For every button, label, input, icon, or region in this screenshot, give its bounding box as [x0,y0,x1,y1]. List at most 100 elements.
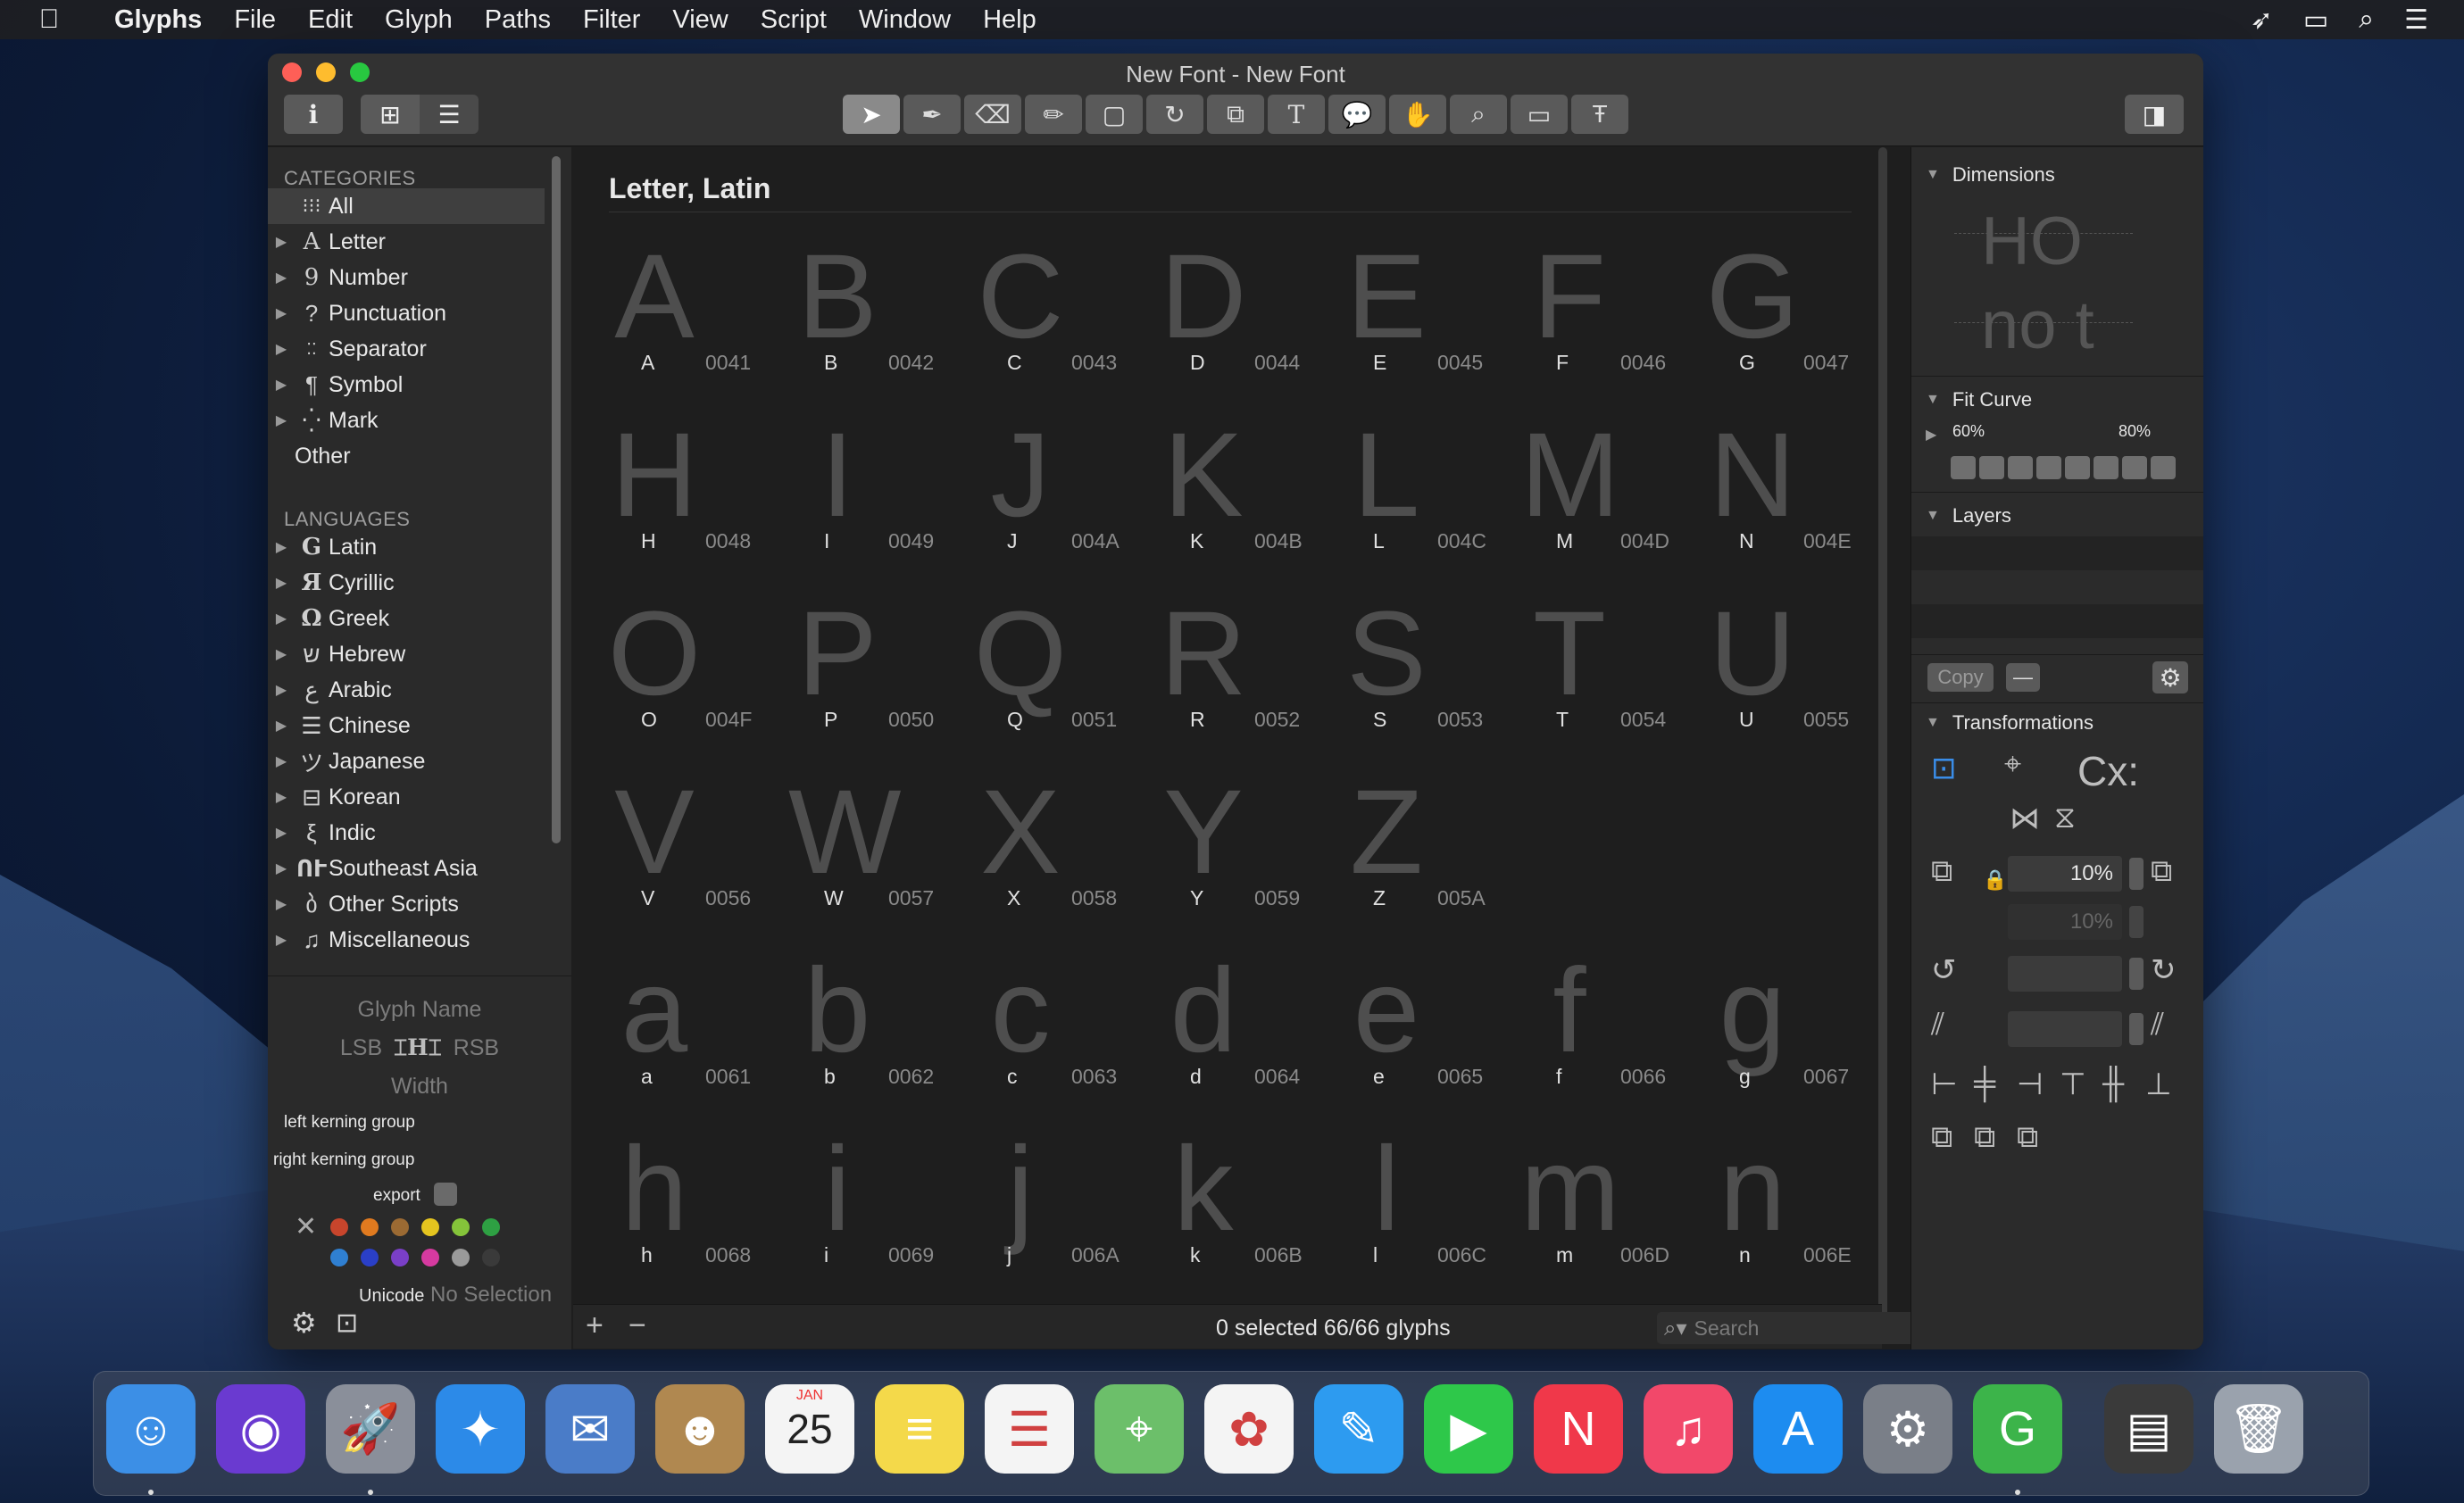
transformations-section-header[interactable]: ▼ Transformations [1926,711,2094,735]
language-japanese[interactable]: ▶ ツ Japanese [268,743,545,779]
glyph-cell[interactable]: O O 004F [605,583,788,761]
disclosure-triangle-icon[interactable]: ▶ [268,859,295,877]
disclosure-triangle-icon[interactable]: ▶ [268,610,295,627]
language-korean[interactable]: ▶ ⊟ Korean [268,779,545,815]
glyph-cell[interactable]: D D 0044 [1154,226,1337,404]
siri-dock-icon[interactable]: ◉ [216,1384,305,1474]
color-swatch-light-gray[interactable] [452,1249,470,1266]
disclosure-triangle-icon[interactable]: ▶ [1926,426,1936,444]
safari-dock-icon[interactable]: ✦ [436,1384,525,1474]
menu-edit[interactable]: Edit [292,5,369,35]
category-separator[interactable]: ▶ ⁚⁚ Separator [268,331,545,367]
text-tool[interactable]: T [1268,95,1325,134]
color-swatch-dark-blue[interactable] [361,1249,379,1266]
glyph-cell[interactable]: g g 0067 [1703,940,1886,1118]
color-swatch-dark-gray[interactable] [482,1249,500,1266]
glyph-cell[interactable]: E E 0045 [1337,226,1520,404]
glyph-name-field[interactable]: Glyph Name [268,997,571,1023]
right-kerning-group-field[interactable]: right kerning group [273,1150,414,1170]
glyph-cell[interactable]: l l 006C [1337,1118,1520,1297]
glyph-cell[interactable]: J J 004A [971,404,1154,583]
menu-view[interactable]: View [656,5,744,35]
pointer-tool-status-icon[interactable]: ➶ [2251,4,2273,36]
dimensions-section-header[interactable]: ▼ Dimensions [1926,163,2055,187]
language-chinese[interactable]: ▶ ☰ Chinese [268,708,545,743]
category-symbol[interactable]: ▶ ¶ Symbol [268,367,545,403]
category-letter[interactable]: ▶ A Letter [268,224,545,260]
disclosure-triangle-icon[interactable]: ▶ [268,788,295,806]
language-arabic[interactable]: ▶ ع Arabic [268,672,545,708]
system-preferences-dock-icon[interactable]: ⚙ [1863,1384,1952,1474]
rsb-field[interactable]: RSB [454,1035,499,1060]
fit-curve-button-4[interactable] [2036,456,2061,479]
notification-center-icon[interactable]: ☰ [2404,4,2428,36]
glyph-cell[interactable]: L L 004C [1337,404,1520,583]
glyph-cell[interactable]: n n 006E [1703,1118,1886,1297]
disclosure-triangle-icon[interactable]: ▶ [268,824,295,842]
add-glyph-button[interactable]: + [586,1308,604,1343]
maps-dock-icon[interactable]: ⌖ [1095,1384,1184,1474]
disclosure-triangle-icon[interactable]: ▶ [268,340,295,358]
remove-glyph-button[interactable]: − [628,1308,646,1343]
news-dock-icon[interactable]: N [1534,1384,1623,1474]
color-swatch-dark-green[interactable] [482,1218,500,1236]
glyph-cell[interactable]: Q Q 0051 [971,583,1154,761]
glyph-cell[interactable]: A A 0041 [605,226,788,404]
glyph-cell[interactable]: f f 0066 [1520,940,1703,1118]
lsb-field[interactable]: LSB [340,1035,382,1060]
trash-dock-icon[interactable]: 🗑 [2214,1384,2303,1474]
disclosure-triangle-icon[interactable]: ▶ [268,376,295,394]
rotate-stepper[interactable] [2129,958,2144,990]
glyph-cell[interactable]: K K 004B [1154,404,1337,583]
fit-curve-button-3[interactable] [2008,456,2033,479]
search-field[interactable]: ⌕▾ Search [1657,1312,1937,1344]
menu-paths[interactable]: Paths [469,5,567,35]
category-punctuation[interactable]: ▶? Punctuation [268,295,545,331]
disclosure-triangle-icon[interactable]: ▶ [268,681,295,699]
glyph-cell[interactable]: G G 0047 [1703,226,1886,404]
rotate-tool[interactable]: ↻ [1146,95,1203,134]
hand-tool[interactable]: ✋ [1389,95,1446,134]
disclosure-triangle-icon[interactable]: ▶ [268,645,295,663]
color-swatch-magenta[interactable] [421,1249,439,1266]
menu-app-glyphs[interactable]: Glyphs [98,5,218,35]
launchpad-dock-icon[interactable]: 🚀 [326,1384,415,1474]
slant-stepper[interactable] [2129,1013,2144,1045]
layers-row[interactable] [1911,604,2203,638]
language-miscellaneous[interactable]: ▶ ♫ Miscellaneous [268,922,545,958]
scale-y-stepper[interactable] [2129,906,2144,938]
flip-vertical-icon[interactable]: ⧖ [2054,801,2076,835]
remove-layer-button[interactable]: — [2006,663,2040,692]
color-swatch-light-green[interactable] [452,1218,470,1236]
select-tool[interactable]: ➤ [843,95,900,134]
rotate-ccw-icon[interactable]: ↺ [1931,952,1957,988]
glyph-cell[interactable]: B B 0042 [788,226,971,404]
mail-dock-icon[interactable]: ✉ [545,1384,635,1474]
rotate-cw-icon[interactable]: ↻ [2151,952,2177,988]
glyph-cell[interactable]: I I 0049 [788,404,971,583]
disclosure-triangle-icon[interactable]: ▶ [268,411,295,429]
align-center-h-icon[interactable]: ╪ [1974,1067,1995,1101]
language-southeast-asia[interactable]: ▶ ՈՒ Southeast Asia [268,851,545,886]
category-all[interactable]: ⁝⁝⁝ All [268,188,545,224]
fit-curve-max[interactable]: 80% [2119,422,2151,441]
fit-curve-button-8[interactable] [2151,456,2176,479]
glyph-cell[interactable]: k k 006B [1154,1118,1337,1297]
disclosure-triangle-icon[interactable]: ▶ [268,931,295,949]
slant-left-icon[interactable]: ⫽ [1931,1008,1944,1042]
glyph-cell[interactable]: d d 0064 [1154,940,1337,1118]
reminders-dock-icon[interactable]: ☰ [985,1384,1074,1474]
export-checkbox[interactable] [434,1183,457,1206]
fit-curve-button-5[interactable] [2065,456,2090,479]
layers-section-header[interactable]: ▼ Layers [1926,504,2011,527]
annotation-tool[interactable]: 💬 [1328,95,1386,134]
glyph-cell[interactable]: Y Y 0059 [1154,761,1337,940]
color-swatch-brown[interactable] [391,1218,409,1236]
glyph-cell[interactable]: Z Z 005A [1337,761,1520,940]
spotlight-search-icon[interactable]: ⌕ [2359,4,2374,36]
rotate-field[interactable] [2008,956,2122,992]
pencil-tool[interactable]: ✏ [1025,95,1082,134]
align-top-icon[interactable]: ⊤ [2060,1067,2086,1102]
gear-icon[interactable]: ⚙ [291,1306,317,1340]
width-field[interactable]: Width [268,1074,571,1100]
